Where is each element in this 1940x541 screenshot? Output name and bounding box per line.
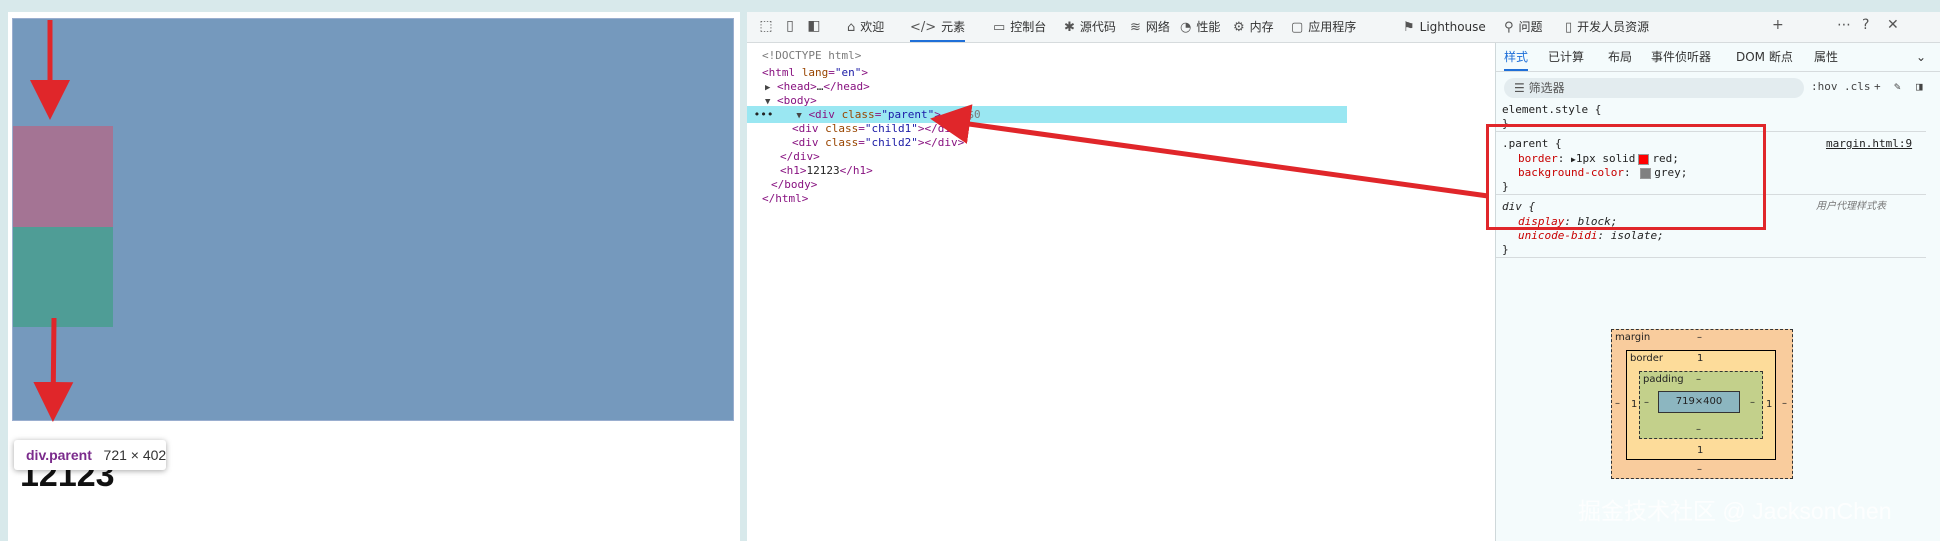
hov-toggle[interactable]: :hov	[1811, 80, 1838, 93]
tab-issues[interactable]: ⚲ 问题	[1504, 12, 1543, 42]
tab-application[interactable]: ▢ 应用程序	[1291, 12, 1356, 42]
styles-pane: 样式 已计算 布局 事件侦听器 DOM 断点 属性 ⌄ ☰ 筛选器 :hov .…	[1495, 43, 1940, 541]
parent-source-link[interactable]: margin.html:9	[1826, 137, 1912, 151]
device-toolbar-icon[interactable]: ▯	[781, 17, 799, 35]
memory-icon: ⚙	[1233, 20, 1245, 35]
welcome-icon: ⌂	[847, 20, 856, 35]
element-style-rule[interactable]: element.style {	[1502, 103, 1601, 117]
child2-div[interactable]	[13, 227, 113, 327]
tab-sources[interactable]: ✱ 源代码	[1064, 12, 1116, 42]
tab-elements[interactable]: </> 元素	[910, 12, 966, 42]
performance-icon: ◔	[1180, 20, 1192, 35]
tab-label: 源代码	[1079, 20, 1116, 34]
filter-icon: ☰	[1514, 81, 1525, 95]
box-model-border[interactable]: border 1 1 1 1 padding – – – – 719×400	[1626, 350, 1776, 460]
margin-top-value: –	[1697, 332, 1702, 343]
border-left-value: 1	[1631, 399, 1638, 410]
close-icon[interactable]: ✕	[1887, 17, 1899, 33]
tab-event-listeners[interactable]: 事件侦听器	[1651, 43, 1711, 71]
tab-label: 问题	[1518, 20, 1543, 34]
padding-left-value: –	[1644, 397, 1649, 408]
padding-top-value: –	[1696, 374, 1701, 385]
watermark: 掘金技术社区 @ JacksonChen	[1578, 498, 1892, 524]
tab-label: 控制台	[1010, 20, 1047, 34]
divider	[1496, 257, 1926, 258]
dom-html-close[interactable]: </html>	[762, 190, 808, 207]
tab-label: 开发人员资源	[1577, 20, 1650, 34]
tab-label: 性能	[1196, 20, 1221, 34]
box-model-margin[interactable]: margin – – – – border 1 1 1 1 padding – …	[1611, 329, 1793, 479]
help-icon[interactable]: ?	[1862, 17, 1869, 33]
tab-performance[interactable]: ◔ 性能	[1180, 12, 1220, 42]
tab-label: Lighthouse	[1419, 20, 1486, 34]
tab-computed[interactable]: 已计算	[1548, 43, 1584, 71]
side-tabs: 样式 已计算 布局 事件侦听器 DOM 断点 属性 ⌄	[1496, 43, 1940, 72]
tab-label: 网络	[1145, 20, 1170, 34]
tab-network[interactable]: ≋ 网络	[1130, 12, 1170, 42]
tab-label: 应用程序	[1308, 20, 1357, 34]
paint-icon[interactable]: ✎	[1894, 80, 1901, 93]
elements-icon: </>	[910, 20, 937, 35]
cls-toggle[interactable]: .cls	[1844, 80, 1871, 93]
ua-stylesheet-label: 用户代理样式表	[1816, 201, 1886, 212]
tab-label: 内存	[1249, 20, 1274, 34]
parent-div[interactable]	[12, 18, 734, 421]
tab-lighthouse[interactable]: ⚑ Lighthouse	[1403, 12, 1486, 42]
tooltip-size: 721 × 402	[103, 447, 167, 463]
tab-welcome[interactable]: ⌂ 欢迎	[847, 12, 884, 42]
margin-label: margin	[1615, 332, 1651, 343]
margin-bottom-value: –	[1697, 464, 1702, 475]
box-model-content[interactable]: 719×400	[1658, 391, 1740, 413]
tab-layout[interactable]: 布局	[1608, 43, 1632, 71]
border-label: border	[1630, 353, 1664, 364]
tab-styles[interactable]: 样式	[1504, 43, 1529, 71]
issues-icon: ⚲	[1504, 20, 1514, 35]
tab-console[interactable]: ▭ 控制台	[993, 12, 1046, 42]
filter-input[interactable]: ☰ 筛选器	[1504, 78, 1804, 98]
margin-right-value: –	[1782, 398, 1787, 409]
tab-developer-resources[interactable]: ▯ 开发人员资源	[1565, 12, 1649, 42]
inspect-element-icon[interactable]: ⬚	[757, 17, 775, 35]
developer-resources-icon: ▯	[1565, 20, 1573, 35]
add-tab-icon[interactable]: +	[1772, 17, 1784, 33]
filter-placeholder: 筛选器	[1528, 81, 1565, 95]
padding-bottom-value: –	[1696, 424, 1701, 435]
dock-side-icon[interactable]: ◧	[805, 17, 823, 35]
brace: }	[1502, 243, 1509, 256]
sources-icon: ✱	[1064, 20, 1075, 35]
inspect-tooltip: div.parent 721 × 402	[14, 440, 166, 470]
new-rule-icon[interactable]: +	[1874, 80, 1881, 93]
page-viewport: 12123 div.parent 721 × 402	[8, 12, 740, 541]
tab-properties[interactable]: 属性	[1814, 43, 1838, 71]
lighthouse-icon: ⚑	[1403, 20, 1415, 35]
network-icon: ≋	[1130, 20, 1141, 35]
padding-right-value: –	[1750, 397, 1755, 408]
tooltip-selector: div.parent	[26, 447, 92, 463]
box-model-padding[interactable]: padding – – – – 719×400	[1639, 371, 1763, 439]
annotation-highlight-box	[1486, 124, 1766, 230]
border-right-value: 1	[1766, 399, 1773, 410]
devtools-panel: ⬚ ▯ ◧ ⌂ 欢迎 </> 元素 ▭ 控制台 ✱ 源代码 ≋ 网络 ◔ 性能 ⚙ 内存 ▢ 应用程序 ⚑ Lig…	[747, 12, 1940, 541]
sidebar-toggle-icon[interactable]: ◨	[1916, 80, 1923, 93]
dom-doctype: <!DOCTYPE html>	[762, 49, 862, 62]
devtools-tabbar: ⬚ ▯ ◧ ⌂ 欢迎 </> 元素 ▭ 控制台 ✱ 源代码 ≋ 网络 ◔ 性能 ⚙ 内存 ▢ 应用程序 ⚑ Lig…	[747, 12, 1940, 43]
more-icon[interactable]: ⋯	[1837, 17, 1851, 33]
border-bottom-value: 1	[1697, 445, 1704, 456]
dom-tree: <!DOCTYPE html> <html lang="en"> ▶ <head…	[747, 43, 1495, 541]
tab-label: 元素	[941, 20, 966, 34]
console-icon: ▭	[993, 20, 1006, 35]
application-icon: ▢	[1291, 20, 1304, 35]
tab-memory[interactable]: ⚙ 内存	[1233, 12, 1274, 42]
padding-label: padding	[1643, 374, 1684, 385]
child1-div[interactable]	[13, 126, 113, 227]
tab-dom-breakpoints[interactable]: DOM 断点	[1736, 43, 1793, 71]
chevron-down-icon[interactable]: ⌄	[1916, 43, 1926, 71]
margin-left-value: –	[1615, 398, 1620, 409]
border-top-value: 1	[1697, 353, 1704, 364]
unicode-declaration: unicode-bidi: isolate;	[1518, 229, 1664, 242]
tab-label: 欢迎	[860, 20, 885, 34]
